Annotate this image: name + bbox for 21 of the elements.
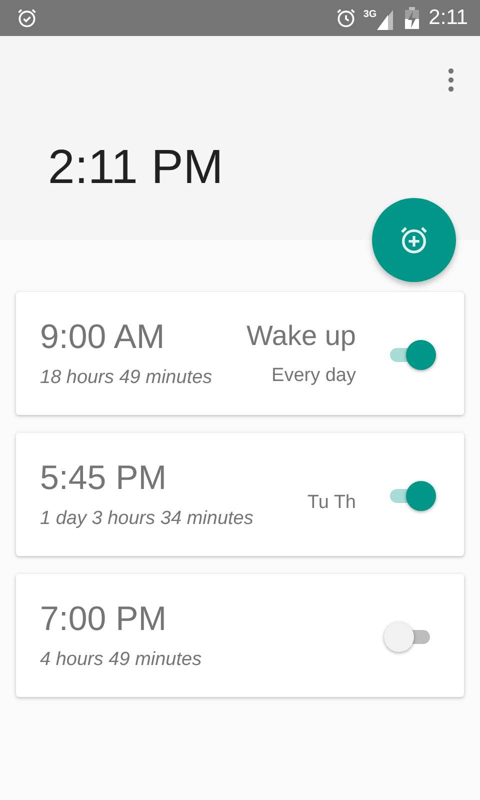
alarm-card[interactable]: 7:00 PM 4 hours 49 minutes (16, 574, 464, 697)
add-alarm-button[interactable] (372, 198, 456, 282)
battery-charging-icon (404, 7, 419, 29)
alarm-card[interactable]: 9:00 AM 18 hours 49 minutes Wake up Every day (16, 292, 464, 415)
time-remaining: 18 hours 49 minutes (40, 366, 214, 390)
signal-icon (376, 10, 393, 30)
network-label: 3G (363, 8, 377, 22)
alarm-time: 5:45 PM (40, 461, 168, 495)
alarm-check-icon (16, 7, 38, 29)
alarm-card[interactable]: 5:45 PM 1 day 3 hours 34 minutes Tu Th (16, 433, 464, 556)
alarm-time: 7:00 PM (40, 602, 168, 636)
clock-time: 2:11 PM (48, 144, 224, 192)
time-remaining: 4 hours 49 minutes (40, 648, 203, 672)
menu-icon (448, 68, 454, 92)
alarm-time: 9:00 AM (40, 320, 166, 354)
alarm-icon (335, 7, 358, 29)
alarm-label: Wake up (246, 322, 356, 350)
repeat-days: Every day (246, 362, 356, 390)
repeat-days: Tu Th (307, 489, 356, 518)
time-remaining: 1 day 3 hours 34 minutes (40, 507, 254, 531)
status-time: 2:11 (428, 5, 468, 32)
